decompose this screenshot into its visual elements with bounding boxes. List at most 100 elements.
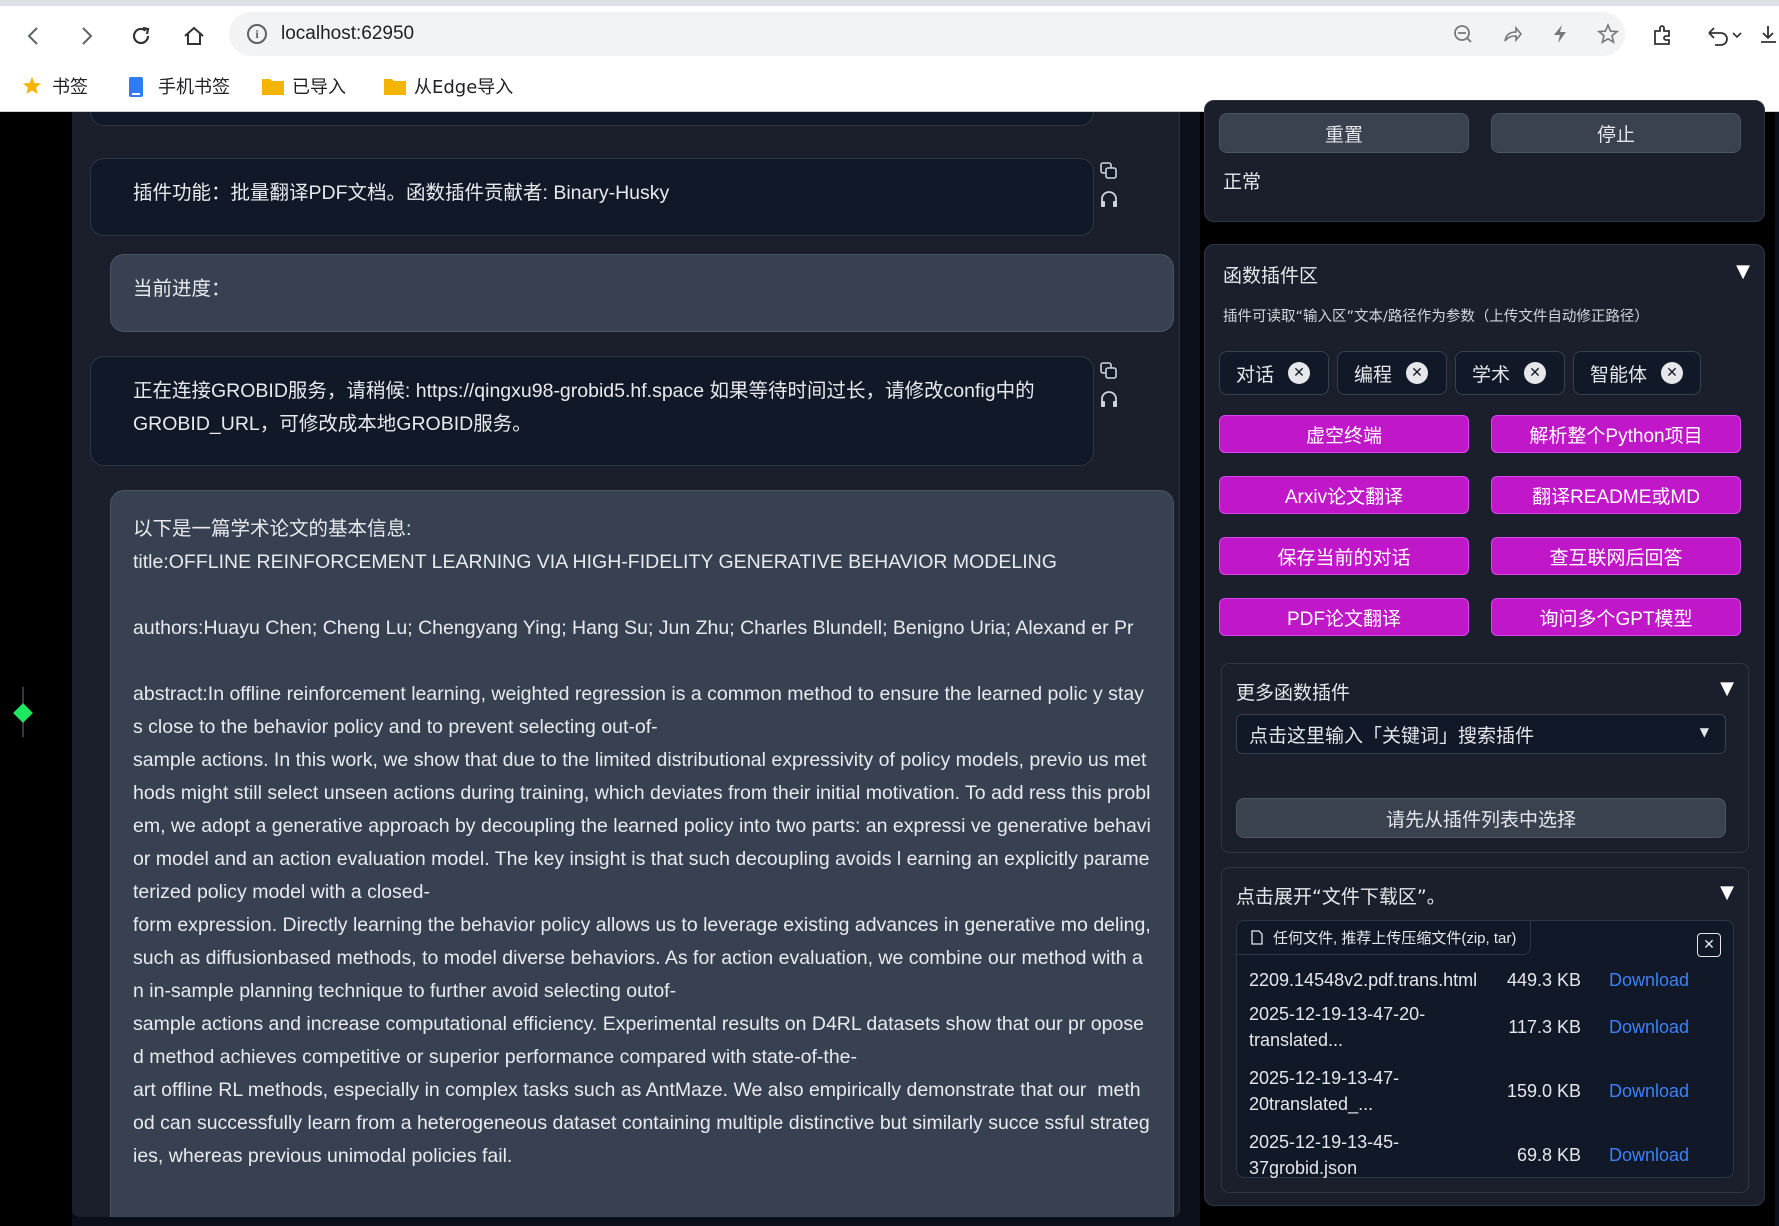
site-info-icon[interactable]: i (247, 24, 267, 44)
download-icon[interactable] (1756, 20, 1779, 50)
bookmark-item[interactable]: 手机书签 (128, 72, 230, 100)
message-actions (1098, 360, 1122, 416)
plugin-search-dropdown[interactable]: 点击这里输入「关键词」搜索插件 ▼ (1236, 714, 1726, 754)
bookmarks-bar: 书签 手机书签 已导入 从Edge导入 (0, 68, 1779, 104)
download-link[interactable]: Download (1609, 967, 1689, 993)
more-plugins-title: 更多函数插件 (1236, 682, 1351, 704)
dropdown-caret-icon: ▼ (1699, 725, 1709, 739)
reset-button[interactable]: 重置 (1219, 113, 1469, 153)
plugin-button[interactable]: 虚空终端 (1219, 415, 1469, 453)
file-list: 任何文件, 推荐上传压缩文件(zip, tar) ✕ 2209.14548v2.… (1236, 920, 1734, 1178)
file-name: 2025-12-19-13-47-20translated_... (1249, 1068, 1400, 1114)
collapse-triangle-icon[interactable]: ▼ (1720, 882, 1734, 903)
star-icon[interactable] (1597, 23, 1619, 45)
file-name: 2025-12-19-13-45-37grobid.json (1249, 1132, 1400, 1178)
category-chip[interactable]: 智能体 ✕ (1573, 351, 1701, 395)
file-row: 2025-12-19-13-47-20translated_... 159.0 … (1249, 1065, 1723, 1117)
file-size: 159.0 KB (1506, 1081, 1581, 1101)
file-row: 2025-12-19-13-45-37grobid.json 69.8 KB D… (1249, 1129, 1723, 1181)
file-size: 449.3 KB (1506, 970, 1581, 990)
chat-message-user: 以下是一篇学术论文的基本信息: title:OFFLINE REINFORCEM… (110, 490, 1174, 1217)
status-text: 正常 (1223, 171, 1262, 193)
reload-icon[interactable] (125, 20, 157, 52)
download-link[interactable]: Download (1609, 1078, 1689, 1104)
file-row: 2209.14548v2.pdf.trans.html 449.3 KB Dow… (1249, 967, 1723, 993)
chat-message-bot: 正在连接GROBID服务，请稍候: https://qingxu98-grobi… (90, 356, 1094, 466)
controls-card: 重置 停止 正常 (1204, 100, 1765, 222)
right-panel: 重置 停止 正常 函数插件区 ▼ 插件可读取“输入区”文本/路径作为参数（上传文… (1200, 100, 1775, 1226)
tab-strip (0, 0, 1779, 6)
zoom-out-icon[interactable] (1452, 23, 1474, 45)
back-icon[interactable] (18, 20, 50, 52)
chat-message-bot: 插件功能：批量翻译PDF文档。函数插件贡献者: Binary-Husky (90, 158, 1094, 236)
folder-icon (262, 77, 284, 95)
star-filled-icon (22, 77, 42, 95)
undo-menu-icon[interactable] (1700, 20, 1750, 50)
plugin-button[interactable]: 翻译README或MD (1491, 476, 1741, 514)
download-link[interactable]: Download (1609, 1014, 1689, 1040)
phone-bookmark-icon (128, 77, 148, 97)
category-chip[interactable]: 学术 ✕ (1455, 351, 1565, 395)
chat-panel[interactable]: 插件功能：批量翻译PDF文档。函数插件贡献者: Binary-Husky 当前进… (72, 112, 1180, 1217)
browser-chrome: i localhost:62950 书签 手机书签 已导入 从Edge导入 (0, 0, 1779, 112)
bookmark-item[interactable]: 书签 (22, 72, 88, 100)
plugin-button[interactable]: 解析整个Python项目 (1491, 415, 1741, 453)
plugin-button[interactable]: 保存当前的对话 (1219, 537, 1469, 575)
remove-chip-icon[interactable]: ✕ (1524, 362, 1547, 384)
headphones-icon[interactable] (1098, 388, 1120, 410)
downloads-title[interactable]: 点击展开“文件下载区”。 (1236, 882, 1446, 909)
message-text: 插件功能：批量翻译PDF文档。函数插件贡献者: Binary-Husky (133, 182, 670, 204)
left-rail (0, 112, 72, 1226)
collapse-triangle-icon[interactable]: ▼ (1720, 678, 1734, 699)
plugin-hint: 插件可读取“输入区”文本/路径作为参数（上传文件自动修正路径） (1223, 309, 1649, 325)
message-text: 正在连接GROBID服务，请稍候: https://qingxu98-grobi… (133, 380, 1040, 435)
paper-authors: authors:Huayu Chen; Cheng Lu; Chengyang … (133, 617, 1134, 639)
plugin-button[interactable]: Arxiv论文翻译 (1219, 476, 1469, 514)
headphones-icon[interactable] (1098, 188, 1120, 210)
paper-intro: 以下是一篇学术论文的基本信息: (133, 518, 412, 540)
share-icon[interactable] (1501, 23, 1523, 45)
file-name: 2025-12-19-13-47-20-translated... (1249, 1004, 1426, 1050)
address-bar[interactable]: i localhost:62950 (229, 12, 1625, 56)
home-icon[interactable] (178, 20, 210, 52)
remove-chip-icon[interactable]: ✕ (1661, 362, 1684, 384)
paper-abstract: abstract:In offline reinforcement learni… (133, 683, 1151, 1167)
plugin-button[interactable]: 询问多个GPT模型 (1491, 598, 1741, 636)
paper-title: title:OFFLINE REINFORCEMENT LEARNING VIA… (133, 551, 1057, 573)
more-plugins-card: 更多函数插件 ▼ 点击这里输入「关键词」搜索插件 ▼ 请先从插件列表中选择 (1221, 663, 1749, 853)
copy-icon[interactable] (1098, 160, 1120, 182)
select-plugin-button[interactable]: 请先从插件列表中选择 (1236, 798, 1726, 838)
forward-icon[interactable] (70, 20, 102, 52)
copy-icon[interactable] (1098, 360, 1120, 382)
close-icon[interactable]: ✕ (1697, 933, 1721, 957)
remove-chip-icon[interactable]: ✕ (1288, 362, 1311, 384)
file-row: 2025-12-19-13-47-20-translated... 117.3 … (1249, 1001, 1723, 1053)
downloads-card: 点击展开“文件下载区”。 ▼ 任何文件, 推荐上传压缩文件(zip, tar) … (1221, 867, 1749, 1193)
chat-message-bot (90, 112, 1094, 126)
app-area: 插件功能：批量翻译PDF文档。函数插件贡献者: Binary-Husky 当前进… (0, 100, 1779, 1226)
folder-icon (384, 77, 406, 95)
category-chip[interactable]: 编程 ✕ (1337, 351, 1447, 395)
extensions-icon[interactable] (1648, 20, 1678, 50)
download-link[interactable]: Download (1609, 1142, 1689, 1168)
status-dot-icon[interactable] (13, 703, 33, 723)
lightning-icon[interactable] (1549, 23, 1571, 45)
bookmark-folder[interactable]: 已导入 (262, 72, 346, 100)
collapse-triangle-icon[interactable]: ▼ (1736, 261, 1750, 282)
chat-message-user: 当前进度： (110, 254, 1174, 332)
plugin-card: 函数插件区 ▼ 插件可读取“输入区”文本/路径作为参数（上传文件自动修正路径） … (1204, 244, 1765, 1206)
file-name: 2209.14548v2.pdf.trans.html (1249, 970, 1478, 990)
remove-chip-icon[interactable]: ✕ (1406, 362, 1429, 384)
bookmark-folder[interactable]: 从Edge导入 (384, 72, 513, 100)
stop-button[interactable]: 停止 (1491, 113, 1741, 153)
plugin-section-title: 函数插件区 (1223, 265, 1319, 287)
plugin-button[interactable]: 查互联网后回答 (1491, 537, 1741, 575)
file-size: 117.3 KB (1508, 1017, 1581, 1037)
file-size: 69.8 KB (1516, 1145, 1581, 1165)
plugin-button[interactable]: PDF论文翻译 (1219, 598, 1469, 636)
url-text[interactable]: localhost:62950 (281, 23, 414, 45)
category-chip[interactable]: 对话 ✕ (1219, 351, 1329, 395)
message-actions (1098, 160, 1122, 216)
message-text: 当前进度： (133, 278, 231, 300)
file-upload-tag: 任何文件, 推荐上传压缩文件(zip, tar) (1237, 921, 1532, 955)
